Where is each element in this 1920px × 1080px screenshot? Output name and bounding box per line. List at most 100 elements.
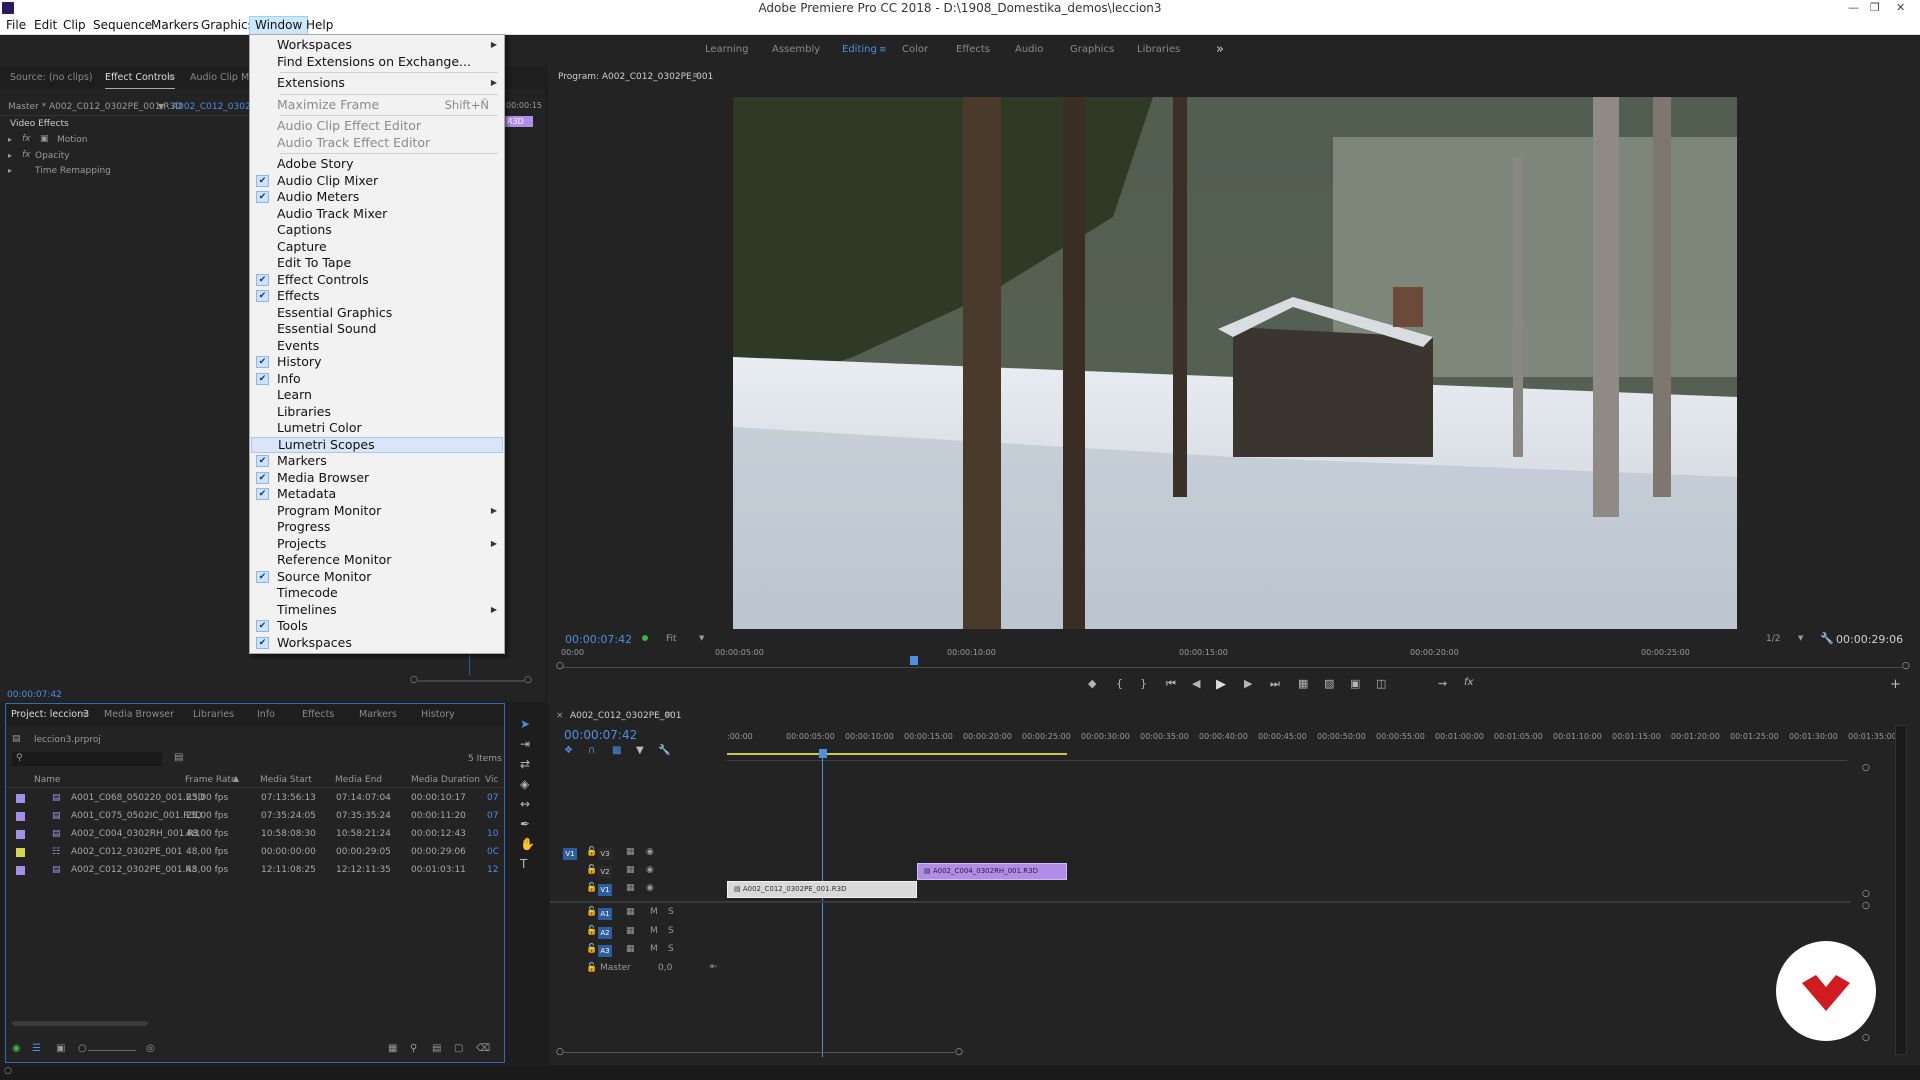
menu-file[interactable]: File	[1, 16, 31, 35]
sort-icon[interactable]: ◎	[146, 1043, 155, 1054]
tab-markers[interactable]: Markers	[359, 704, 397, 726]
effect-time-remapping[interactable]: Time Remapping	[35, 166, 111, 176]
razor-tool-icon[interactable]: ◈	[520, 777, 529, 791]
extract-icon[interactable]: ▧	[1324, 677, 1334, 690]
snap-icon[interactable]: ∩	[588, 745, 595, 756]
window-menu-captions[interactable]: Captions	[251, 222, 503, 238]
fx-badge-icon[interactable]: fx	[22, 150, 31, 160]
scrub-start-icon[interactable]: ○	[556, 661, 564, 671]
hand-tool-icon[interactable]: ✋	[520, 837, 535, 851]
project-row[interactable]: ☷ A002_C012_0302PE_001 48,00 fps 00:00:00:0…	[6, 844, 504, 862]
tab-project[interactable]: Project: leccion3	[11, 704, 89, 726]
mute-button[interactable]: M	[650, 907, 658, 917]
play-icon[interactable]: ▶	[1216, 677, 1226, 692]
zoom-scrollbar[interactable]	[418, 680, 526, 682]
zoom-handle-icon[interactable]: ○	[410, 675, 418, 685]
panel-menu-icon[interactable]: ≡	[692, 71, 700, 81]
project-search-input[interactable]: ⚲	[12, 752, 162, 766]
column-frame-rate[interactable]: Frame Rate	[185, 775, 237, 785]
program-ruler[interactable]: 00:00 00:00:05:00 00:00:10:00 00:00:15:0…	[556, 648, 1912, 666]
sync-lock-icon[interactable]: ▦	[626, 883, 635, 893]
project-row[interactable]: ▤ A002_C004_0302RH_001.R3 48,00 fps 10:58:0…	[6, 826, 504, 844]
workspace-color[interactable]: Color	[902, 35, 928, 65]
label-color-swatch[interactable]	[16, 848, 25, 857]
zoom-slider-handle-icon[interactable]: ○	[78, 1043, 87, 1054]
window-menu-effect-controls[interactable]: ✔ Effect Controls	[251, 272, 503, 288]
tab-menu-icon[interactable]: ≡	[80, 704, 88, 726]
solo-button[interactable]: S	[668, 944, 674, 954]
program-scrub-track[interactable]	[562, 667, 1902, 668]
window-menu-extensions[interactable]: Extensions ▶	[251, 75, 503, 91]
tab-history[interactable]: History	[421, 704, 455, 726]
track-label-a1[interactable]: A1	[598, 908, 612, 920]
clip-v2[interactable]: ▤ A002_C004_0302RH_001.R3D	[917, 863, 1067, 880]
tab-source[interactable]: Source: (no clips)	[10, 67, 93, 89]
window-menu-edit-to-tape[interactable]: Edit To Tape	[251, 255, 503, 271]
pen-tool-icon[interactable]: ✒	[520, 817, 530, 831]
workspace-effects[interactable]: Effects	[956, 35, 990, 65]
sequence-clip-label[interactable]: A002_C012_0302P	[172, 102, 256, 112]
list-view-icon[interactable]: ☰	[32, 1043, 41, 1054]
lock-icon[interactable]: 🔓	[586, 883, 597, 893]
timeline-playhead-handle[interactable]	[819, 749, 827, 758]
workspace-assembly[interactable]: Assembly	[772, 35, 820, 65]
solo-button[interactable]: S	[668, 907, 674, 917]
sync-lock-icon[interactable]: ▦	[626, 865, 635, 875]
workspace-overflow-icon[interactable]: »	[1216, 35, 1224, 65]
mute-button[interactable]: M	[650, 944, 658, 954]
chevron-down-icon[interactable]: ▼	[1798, 634, 1803, 642]
source-patch-v[interactable]: V1	[563, 848, 577, 860]
trim-icon[interactable]: ⇝	[1438, 677, 1447, 690]
lock-icon[interactable]: 🔓	[586, 847, 597, 857]
project-row[interactable]: ▤ A001_C068_050220_001.R3D 25,00 fps 07:13:…	[6, 790, 504, 808]
scroll-end-icon[interactable]: ○	[955, 1047, 963, 1057]
window-menu-audio-track-mixer[interactable]: Audio Track Mixer	[251, 206, 503, 222]
timeline-horizontal-scroll[interactable]	[564, 1052, 954, 1053]
clip-v1[interactable]: ▤ A002_C012_0302PE_001.R3D	[727, 881, 917, 898]
window-menu-find-extensions-on-exchange[interactable]: Find Extensions on Exchange...	[251, 54, 503, 70]
window-menu-timelines[interactable]: Timelines ▶	[251, 602, 503, 618]
column-media-start[interactable]: Media Start	[260, 775, 312, 785]
expand-motion-icon[interactable]: ▸	[8, 135, 12, 144]
tab-menu-icon[interactable]: ≡	[168, 67, 176, 89]
effect-timecode[interactable]: 00:00:07:42	[7, 690, 62, 700]
workspace-audio[interactable]: Audio	[1015, 35, 1043, 65]
mark-out-icon[interactable]: }	[1140, 677, 1147, 690]
window-menu-tools[interactable]: ✔ Tools	[251, 618, 503, 634]
effect-opacity[interactable]: Opacity	[35, 151, 70, 161]
workspace-graphics[interactable]: Graphics	[1070, 35, 1114, 65]
eye-icon[interactable]: ◉	[646, 865, 654, 875]
new-bin-icon[interactable]: ▤	[432, 1043, 441, 1054]
lock-icon[interactable]: 🔓	[586, 865, 597, 875]
minimize-icon[interactable]: —	[1848, 0, 1859, 16]
sync-lock-icon[interactable]: ▦	[626, 944, 635, 954]
resolution-select[interactable]: 1/2	[1766, 634, 1780, 644]
solo-button[interactable]: S	[668, 926, 674, 936]
workspace-learning[interactable]: Learning	[705, 35, 748, 65]
timeline-ruler[interactable]: :00:00 00:00:05:00 00:00:10:00 00:00:15:00 0…	[727, 732, 1897, 752]
lock-icon[interactable]: 🔓	[586, 963, 597, 973]
fx-badge-icon[interactable]: fx	[22, 134, 31, 144]
expand-opacity-icon[interactable]: ▸	[8, 151, 12, 160]
lift-icon[interactable]: ▦	[1298, 677, 1308, 690]
workspace-editing[interactable]: Editing	[842, 35, 877, 65]
horizontal-scrollbar[interactable]	[12, 1021, 148, 1026]
wrench-icon[interactable]: 🔧	[1820, 632, 1834, 645]
menu-clip[interactable]: Clip	[58, 16, 91, 35]
go-to-edge-icon[interactable]: ⇤	[710, 962, 718, 972]
window-menu-projects[interactable]: Projects ▶	[251, 536, 503, 552]
master-volume[interactable]: 0,0	[658, 963, 672, 973]
project-row[interactable]: ▤ A002_C012_0302PE_001.R3 48,00 fps 12:11:0…	[6, 862, 504, 880]
add-button-icon[interactable]: +	[1890, 677, 1901, 692]
workspace-libraries[interactable]: Libraries	[1137, 35, 1180, 65]
program-timecode[interactable]: 00:00:07:42	[565, 633, 632, 646]
lock-icon[interactable]: 🔓	[586, 907, 597, 917]
window-menu-info[interactable]: ✔ Info	[251, 371, 503, 387]
vscroll-handle-icon[interactable]: ○	[1862, 901, 1870, 911]
automate-icon[interactable]: ▦	[388, 1043, 397, 1054]
track-label-v1[interactable]: V1	[598, 884, 612, 896]
track-label-v3[interactable]: V3	[598, 848, 612, 860]
step-back-icon[interactable]: ◀	[1192, 677, 1200, 690]
icon-view-icon[interactable]: ▣	[56, 1043, 65, 1054]
new-item-icon[interactable]: ▢	[454, 1043, 463, 1054]
